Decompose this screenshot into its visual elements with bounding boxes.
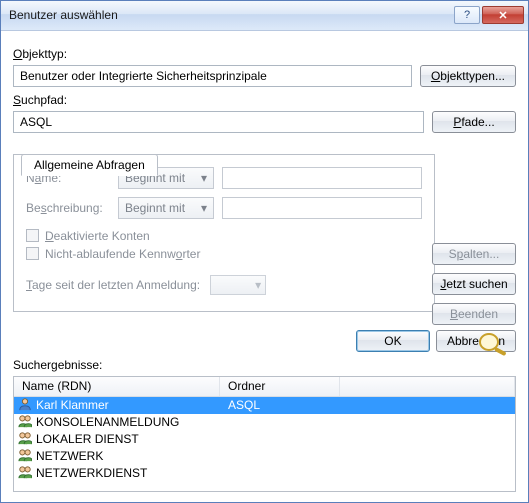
row-name: KONSOLENANMELDUNG xyxy=(36,415,179,429)
col-spacer xyxy=(340,377,515,396)
ok-button[interactable]: OK xyxy=(356,330,430,352)
name-input[interactable] xyxy=(222,167,422,189)
row-name: NETZWERK xyxy=(36,449,103,463)
table-row[interactable]: KONSOLENANMELDUNG xyxy=(14,414,515,431)
description-mode-combo[interactable]: Beginnt mit▾ xyxy=(118,197,214,219)
row-name: Karl Klammer xyxy=(36,398,109,412)
search-decorative-icon xyxy=(476,331,510,357)
results-table: Name (RDN) Ordner Karl Klammer ASQL KONSOL… xyxy=(13,376,516,492)
window-title: Benutzer auswählen xyxy=(9,8,452,22)
days-since-combo[interactable]: ▾ xyxy=(210,275,266,295)
row-name: NETZWERKDIENST xyxy=(36,466,147,480)
table-row[interactable]: NETZWERKDIENST xyxy=(14,465,515,482)
objecttypes-button[interactable]: Objekttypen... xyxy=(420,65,516,87)
paths-button[interactable]: Pfade... xyxy=(432,111,516,133)
search-now-button[interactable]: Jetzt suchen xyxy=(432,273,516,295)
col-folder-header[interactable]: Ordner xyxy=(220,377,340,396)
nonexpiring-checkbox-row[interactable]: Nicht-ablaufende Kennworter xyxy=(26,247,422,261)
quit-button[interactable]: Beenden xyxy=(432,303,516,325)
table-row[interactable]: Karl Klammer ASQL xyxy=(14,397,515,414)
user-icon xyxy=(18,397,32,414)
help-button[interactable]: ? xyxy=(454,6,480,24)
searchpath-field: ASQL xyxy=(13,111,424,133)
title-bar: Benutzer auswählen ? ✕ xyxy=(1,1,528,31)
nonexpiring-label: Nicht-ablaufende Kennworter xyxy=(45,247,200,261)
group-icon xyxy=(18,431,32,448)
columns-button[interactable]: Spalten... xyxy=(432,243,516,265)
group-icon xyxy=(18,414,32,431)
searchpath-label: Suchpfad: xyxy=(13,93,516,107)
col-name-header[interactable]: Name (RDN) xyxy=(14,377,220,396)
group-icon xyxy=(18,465,32,482)
table-row[interactable]: NETZWERK xyxy=(14,448,515,465)
description-label: Beschreibung: xyxy=(26,201,110,215)
deactivated-checkbox[interactable] xyxy=(26,229,39,242)
close-button[interactable]: ✕ xyxy=(482,6,524,24)
group-icon xyxy=(18,448,32,465)
tab-general-queries[interactable]: Allgemeine Abfragen xyxy=(21,154,158,176)
query-panel: Name: Beginnt mit▾ Beschreibung: Beginnt… xyxy=(13,154,435,312)
objecttype-label: Objekttyp: xyxy=(13,47,516,61)
table-row[interactable]: LOKALER DIENST xyxy=(14,431,515,448)
days-since-label: Tage seit der letzten Anmeldung: xyxy=(26,278,200,292)
row-folder: ASQL xyxy=(220,398,340,412)
row-name: LOKALER DIENST xyxy=(36,432,139,446)
nonexpiring-checkbox[interactable] xyxy=(26,247,39,260)
description-input[interactable] xyxy=(222,197,422,219)
results-label: Suchergebnisse: xyxy=(1,358,528,376)
results-header: Name (RDN) Ordner xyxy=(14,377,515,397)
objecttype-field: Benutzer oder Integrierte Sicherheitspri… xyxy=(13,65,412,87)
deactivated-checkbox-row[interactable]: Deaktivierte Konten xyxy=(26,229,422,243)
deactivated-label: Deaktivierte Konten xyxy=(45,229,150,243)
results-body[interactable]: Karl Klammer ASQL KONSOLENANMELDUNG LOKALER… xyxy=(14,397,515,491)
